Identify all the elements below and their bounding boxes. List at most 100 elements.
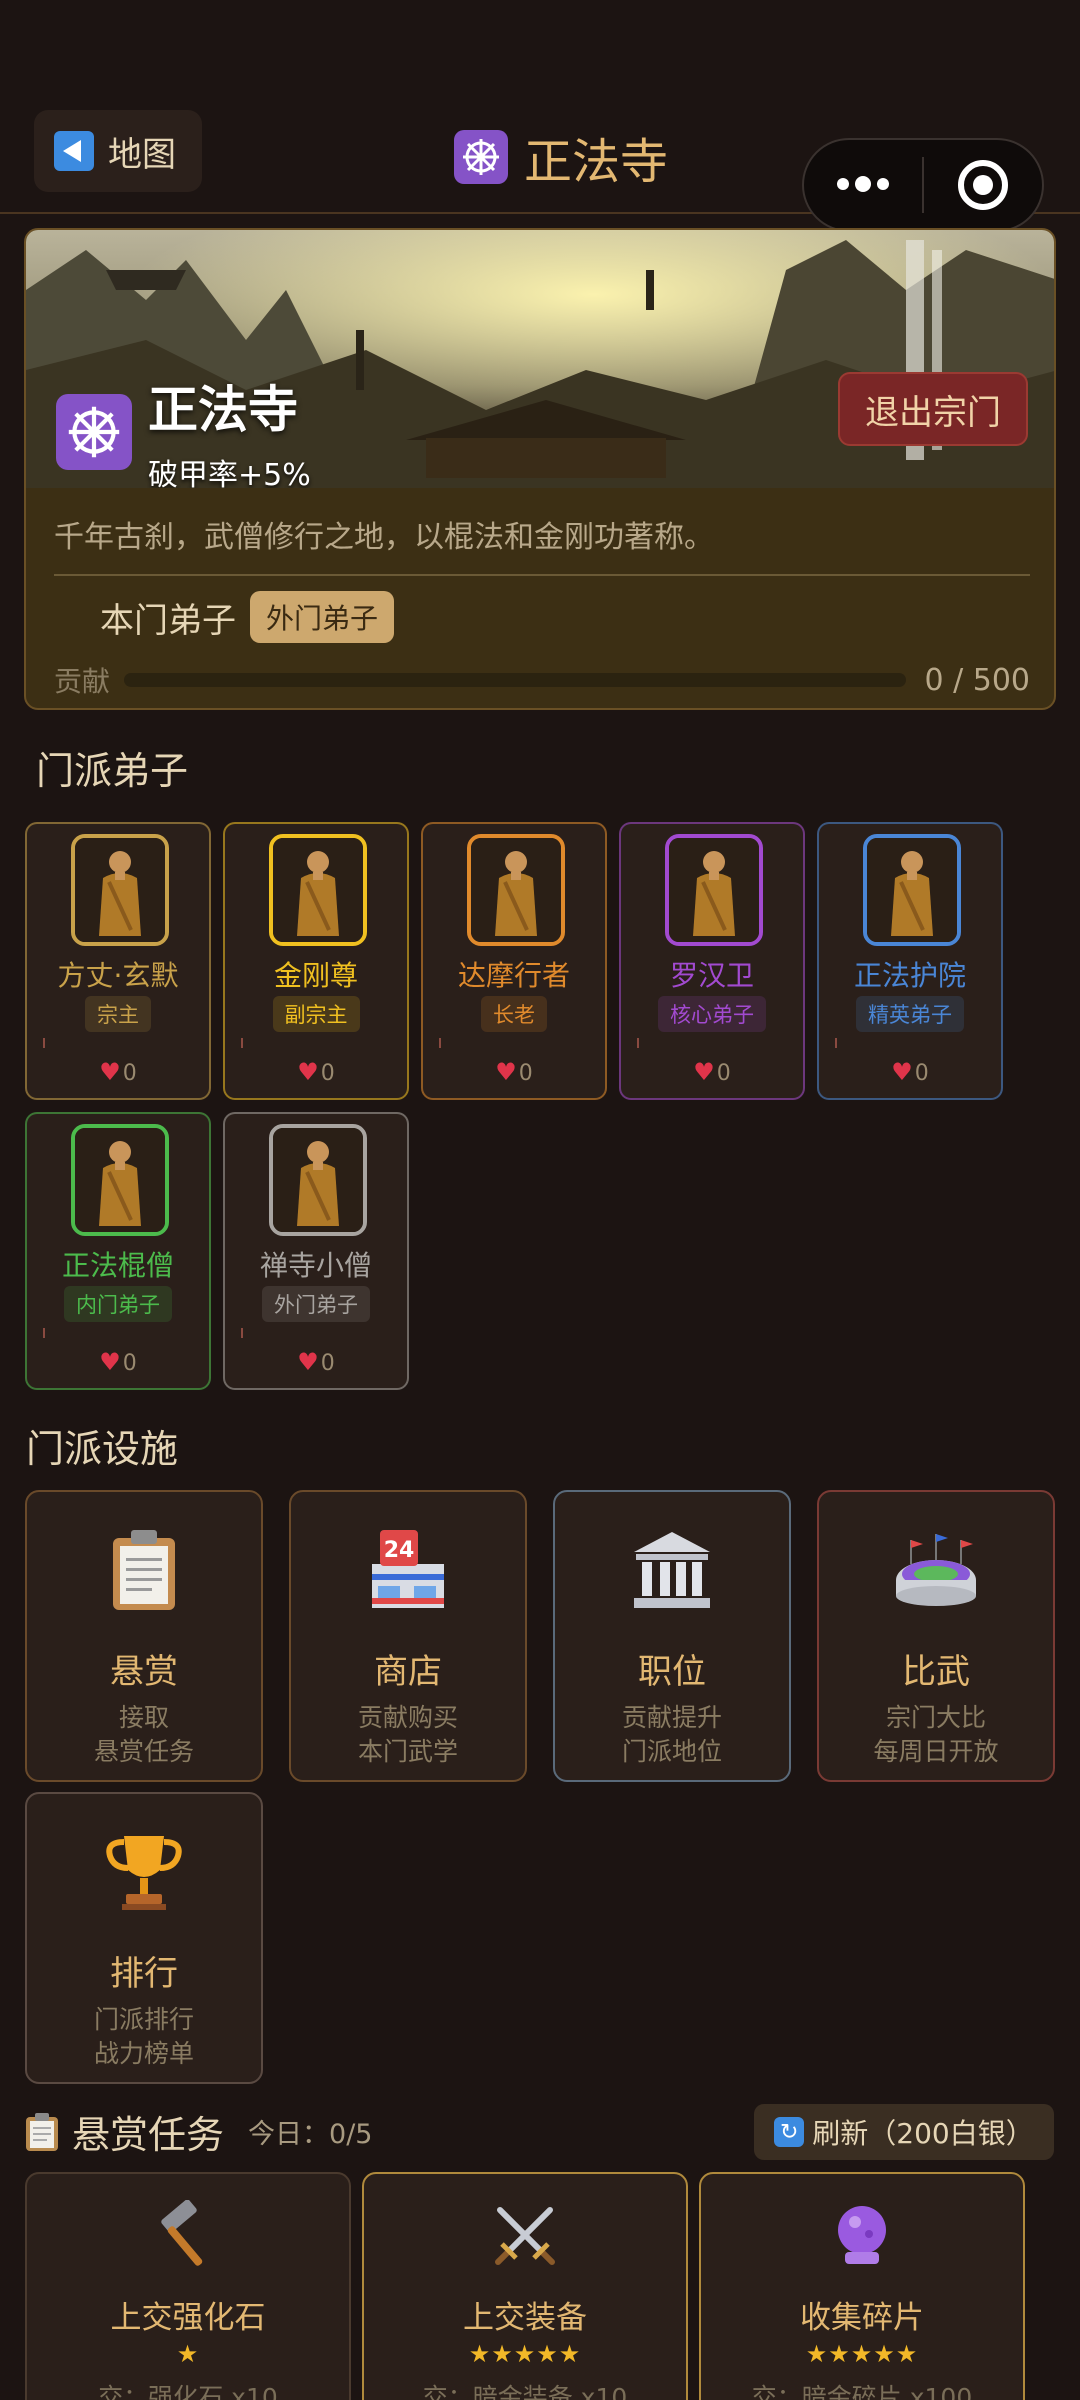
- facility-card[interactable]: 悬赏 接取 悬赏任务: [25, 1490, 263, 1782]
- facility-description: 每周日开放: [873, 1737, 999, 1766]
- disciple-like-count: 0: [320, 1351, 335, 1376]
- disciple-card[interactable]: 达摩行者 长老 ♥0: [421, 822, 607, 1100]
- facility-name: 职位: [638, 1652, 706, 1692]
- swords-icon: [364, 2200, 686, 2270]
- disciple-like-count: 0: [914, 1061, 929, 1086]
- close-miniprogram-button[interactable]: [924, 140, 1042, 230]
- disciple-card[interactable]: 正法护院精英弟子 ♥0: [817, 822, 1003, 1100]
- disciple-like-count: 0: [122, 1351, 137, 1376]
- refresh-label: 刷新（200白银）: [812, 2117, 1034, 2150]
- disciple-likes[interactable]: ♥0: [819, 1058, 1001, 1086]
- back-arrow-icon: [54, 131, 94, 171]
- refresh-bounty-button[interactable]: ↻ 刷新（200白银）: [754, 2104, 1054, 2160]
- heart-icon: ♥: [297, 1348, 319, 1376]
- sect-header: 正法寺 破甲率+5%: [56, 370, 311, 488]
- disciple-card[interactable]: 罗汉卫 核心弟子 ♥0: [619, 822, 805, 1100]
- facility-name: 悬赏: [110, 1652, 178, 1692]
- task-name: 上交装备: [463, 2300, 587, 2336]
- disciple-likes[interactable]: ♥0: [423, 1058, 605, 1086]
- more-menu-button[interactable]: [804, 140, 922, 230]
- monk-portrait-icon: [467, 834, 565, 946]
- task-requirement: 交：暗金装备 x10: [422, 2383, 628, 2400]
- task-difficulty-stars: ★: [176, 2340, 200, 2368]
- trophy-icon: [27, 1830, 261, 1914]
- divider: [241, 1038, 243, 1048]
- facility-name: 比武: [902, 1652, 970, 1692]
- bounty-header: 悬赏任务 今日：0/5 ↻ 刷新（200白银）: [24, 2104, 1056, 2166]
- contribution-row: 贡献 0 / 500: [54, 660, 1030, 700]
- dharma-wheel-icon: [56, 394, 132, 470]
- heart-icon: ♥: [495, 1058, 517, 1086]
- miniprogram-capsule: [802, 138, 1044, 232]
- sect-info-card: 正法寺 破甲率+5% 退出宗门 千年古刹，武僧修行之地，以棍法和金刚功著称。 本…: [24, 228, 1056, 710]
- heart-icon: ♥: [99, 1058, 121, 1086]
- facilities-section-title: 门派设施: [26, 1427, 179, 1471]
- divider: [43, 1038, 45, 1048]
- disciple-card[interactable]: 禅寺小僧 外门弟子 ♥0: [223, 1112, 409, 1390]
- disciple-likes[interactable]: ♥0: [27, 1348, 209, 1376]
- contribution-value: 0 / 500: [924, 662, 1030, 698]
- facility-card[interactable]: 职位贡献提升门派地位: [553, 1490, 791, 1782]
- disciple-rank-badge: 副宗主: [272, 996, 360, 1032]
- sect-buff: 破甲率+5%: [148, 458, 311, 488]
- disciple-likes[interactable]: ♥0: [225, 1348, 407, 1376]
- orb-icon: [701, 2200, 1023, 2270]
- leave-sect-button[interactable]: 退出宗门: [838, 372, 1028, 446]
- task-difficulty-stars: ★★★★★: [468, 2340, 582, 2368]
- facility-description: 贡献提升: [621, 1703, 722, 1732]
- facility-description: 接取: [118, 1703, 169, 1732]
- task-name: 收集碎片: [800, 2300, 924, 2336]
- monk-portrait-icon: [71, 1124, 169, 1236]
- disciple-name: 达摩行者: [457, 959, 570, 992]
- disciple-rank-badge: 核心弟子: [658, 996, 766, 1032]
- task-requirement: 交：暗金碎片 x100: [751, 2383, 973, 2400]
- bounty-daily-count: 今日：0/5: [248, 2119, 373, 2150]
- sect-banner: 正法寺 破甲率+5% 退出宗门: [26, 230, 1054, 488]
- facility-description: 宗门大比: [885, 1703, 986, 1732]
- divider: [43, 1328, 45, 1338]
- facility-name: 排行: [110, 1954, 178, 1994]
- clipboard-icon: [27, 1528, 261, 1612]
- disciple-card[interactable]: 正法棍僧内门弟子 ♥0: [25, 1112, 211, 1390]
- back-to-map-button[interactable]: 地图: [34, 110, 202, 192]
- monk-portrait-icon: [269, 834, 367, 946]
- more-dots-icon: [837, 176, 889, 192]
- bounty-task-card[interactable]: 上交装备 ★★★★★ 交：暗金装备 x10: [362, 2172, 688, 2400]
- disciple-name: 正法棍僧: [61, 1249, 174, 1282]
- divider: [54, 574, 1030, 576]
- member-rank-badge: 外门弟子: [250, 591, 395, 643]
- disciple-card[interactable]: 金刚尊副宗主 ♥0: [223, 822, 409, 1100]
- disciple-likes[interactable]: ♥0: [27, 1058, 209, 1086]
- disciple-name: 金刚尊: [273, 959, 358, 992]
- clipboard-icon: [26, 2112, 58, 2151]
- disciple-name: 方丈·玄默: [57, 959, 179, 992]
- facility-card[interactable]: 比武宗门大比每周日开放: [817, 1490, 1055, 1782]
- hammer-icon: [27, 2200, 349, 2270]
- task-difficulty-stars: ★★★★★: [805, 2340, 919, 2368]
- bounty-task-card[interactable]: 上交强化石 ★ 交：强化石 x10: [25, 2172, 351, 2400]
- disciple-card[interactable]: 方丈·玄默 宗主 ♥0: [25, 822, 211, 1100]
- bounty-task-card[interactable]: 收集碎片 ★★★★★ 交：暗金碎片 x100: [699, 2172, 1025, 2400]
- facility-description: 门派地位: [621, 1737, 722, 1766]
- contribution-label: 贡献: [54, 665, 111, 698]
- disciple-like-count: 0: [518, 1061, 533, 1086]
- monk-portrait-icon: [71, 834, 169, 946]
- heart-icon: ♥: [891, 1058, 913, 1086]
- facility-card[interactable]: 24 商店 贡献购买 本门武学: [289, 1490, 527, 1782]
- membership-row: 本门弟子 外门弟子: [54, 588, 395, 646]
- facility-card[interactable]: 排行 门派排行 战力榜单: [25, 1792, 263, 2084]
- task-name: 上交强化石: [110, 2300, 266, 2336]
- disciples-section-title: 门派弟子: [36, 749, 189, 793]
- disciple-rank-badge: 内门弟子: [64, 1286, 172, 1322]
- disciple-rank-badge: 精英弟子: [856, 996, 964, 1032]
- facility-description: 战力榜单: [93, 2039, 194, 2068]
- disciple-likes[interactable]: ♥0: [621, 1058, 803, 1086]
- shop-icon: 24: [291, 1528, 525, 1612]
- contribution-progress-bar: [124, 673, 907, 687]
- bounty-section-title: 悬赏任务: [72, 2113, 225, 2157]
- disciple-name: 正法护院: [853, 959, 966, 992]
- heart-icon: ♥: [693, 1058, 715, 1086]
- sect-title-block: 正法寺 破甲率+5%: [148, 370, 311, 488]
- disciple-likes[interactable]: ♥0: [225, 1058, 407, 1086]
- page-title-group: 正法寺: [454, 122, 668, 192]
